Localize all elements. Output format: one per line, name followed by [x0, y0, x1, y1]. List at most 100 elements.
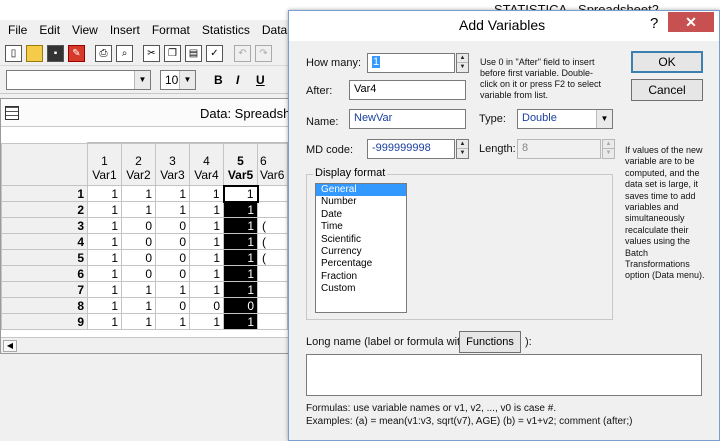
bold-button[interactable]: B — [214, 73, 223, 87]
grid-cell[interactable]: 1 — [189, 313, 224, 330]
menu-edit[interactable]: Edit — [33, 23, 66, 37]
grid-cell[interactable]: 1 — [222, 184, 259, 203]
grid-cell[interactable] — [256, 297, 289, 314]
row-header[interactable]: 9 — [1, 313, 88, 330]
spin-down-icon[interactable]: ▼ — [457, 63, 468, 72]
chevron-down-icon[interactable]: ▼ — [596, 110, 612, 128]
spin-up-icon[interactable]: ▲ — [457, 140, 468, 149]
grid-cell[interactable]: 1 — [189, 185, 224, 202]
grid-cell[interactable]: 1 — [87, 201, 122, 218]
menu-view[interactable]: View — [66, 23, 104, 37]
grid-cell[interactable]: 1 — [189, 265, 224, 282]
column-header[interactable]: 3 Var3 — [155, 143, 190, 186]
new-document-icon[interactable]: ▯ — [5, 45, 22, 62]
row-header[interactable]: 5 — [1, 249, 88, 266]
grid-cell[interactable]: 1 — [121, 281, 156, 298]
length-input[interactable]: 8 — [517, 139, 601, 159]
display-format-list[interactable]: General Number Date Time Scientific Curr… — [315, 183, 407, 313]
row-header[interactable]: 7 — [1, 281, 88, 298]
chevron-down-icon[interactable]: ▼ — [179, 71, 195, 89]
row-header[interactable]: 4 — [1, 233, 88, 250]
length-spinner[interactable]: ▲ ▼ — [602, 139, 615, 159]
grid-cell[interactable]: 0 — [121, 217, 156, 234]
column-header[interactable]: 2 Var2 — [121, 143, 156, 186]
grid-cell[interactable]: 1 — [121, 313, 156, 330]
spin-down-icon[interactable]: ▼ — [457, 149, 468, 158]
long-name-textarea[interactable] — [306, 354, 702, 396]
grid-cell[interactable] — [256, 185, 289, 202]
cancel-button[interactable]: Cancel — [631, 79, 703, 101]
menu-insert[interactable]: Insert — [104, 23, 146, 37]
grid-cell[interactable]: ( — [256, 217, 289, 234]
format-option-percentage[interactable]: Percentage — [316, 258, 406, 270]
print-icon[interactable]: ⎙ — [95, 45, 112, 62]
open-folder-icon[interactable] — [26, 45, 43, 62]
grid-cell[interactable]: 1 — [155, 185, 190, 202]
grid-cell[interactable]: ( — [256, 249, 289, 266]
grid-cell[interactable]: 1 — [189, 281, 224, 298]
pdf-icon[interactable]: ✎ — [68, 45, 85, 62]
grid-cell[interactable]: 1 — [87, 233, 122, 250]
grid-cell[interactable]: 1 — [223, 281, 258, 298]
grid-cell[interactable]: 1 — [87, 265, 122, 282]
grid-cell[interactable]: 1 — [87, 249, 122, 266]
name-input[interactable]: NewVar — [349, 109, 466, 129]
grid-cell[interactable]: ( — [256, 233, 289, 250]
redo-icon[interactable]: ↷ — [255, 45, 272, 62]
format-painter-icon[interactable]: ✓ — [206, 45, 223, 62]
grid-cell[interactable]: 0 — [155, 233, 190, 250]
grid-cell[interactable]: 1 — [223, 233, 258, 250]
chevron-down-icon[interactable]: ▼ — [134, 71, 150, 89]
grid-cell[interactable]: 1 — [189, 249, 224, 266]
grid-cell[interactable]: 1 — [121, 201, 156, 218]
horizontal-scrollbar[interactable]: ◀ — [1, 337, 299, 353]
row-header[interactable]: 6 — [1, 265, 88, 282]
copy-icon[interactable]: ❐ — [164, 45, 181, 62]
functions-button[interactable]: Functions — [459, 331, 521, 353]
spin-up-icon[interactable]: ▲ — [603, 140, 614, 149]
grid-cell[interactable]: 0 — [223, 297, 258, 314]
menu-file[interactable]: File — [0, 23, 33, 37]
cut-icon[interactable]: ✂ — [143, 45, 160, 62]
format-option-time[interactable]: Time — [316, 221, 406, 233]
grid-cell[interactable]: 0 — [189, 297, 224, 314]
grid-cell[interactable]: 1 — [223, 217, 258, 234]
help-icon[interactable]: ? — [650, 15, 658, 32]
grid-cell[interactable]: 1 — [87, 185, 122, 202]
save-icon[interactable]: ▪ — [47, 45, 64, 62]
grid-cell[interactable]: 1 — [223, 313, 258, 330]
grid-cell[interactable]: 1 — [87, 281, 122, 298]
grid-cell[interactable] — [256, 201, 289, 218]
grid-cell[interactable]: 1 — [87, 297, 122, 314]
how-many-spinner[interactable]: ▲ ▼ — [456, 53, 469, 73]
md-code-input[interactable]: -999999998 — [367, 139, 455, 159]
font-name-combo[interactable]: ▼ — [6, 70, 151, 90]
scroll-left-icon[interactable]: ◀ — [3, 340, 17, 352]
grid-cell[interactable]: 1 — [121, 297, 156, 314]
grid-cell[interactable]: 0 — [155, 297, 190, 314]
paste-icon[interactable]: ▤ — [185, 45, 202, 62]
grid-cell[interactable] — [256, 313, 289, 330]
menu-statistics[interactable]: Statistics — [196, 23, 256, 37]
column-header-selected[interactable]: 5 Var5 — [223, 143, 258, 186]
undo-icon[interactable]: ↶ — [234, 45, 251, 62]
grid-cell[interactable]: 1 — [121, 185, 156, 202]
spin-down-icon[interactable]: ▼ — [603, 149, 614, 158]
underline-button[interactable]: U — [256, 73, 265, 87]
grid-cell[interactable]: 1 — [189, 201, 224, 218]
row-header[interactable]: 1 — [1, 185, 88, 202]
close-icon[interactable]: ✕ — [668, 12, 714, 32]
grid-cell[interactable]: 1 — [155, 201, 190, 218]
type-select[interactable]: Double ▼ — [517, 109, 613, 129]
row-header[interactable]: 3 — [1, 217, 88, 234]
grid-cell[interactable]: 1 — [87, 217, 122, 234]
spin-up-icon[interactable]: ▲ — [457, 54, 468, 63]
italic-button[interactable]: I — [236, 73, 239, 87]
format-option-fraction[interactable]: Fraction — [316, 271, 406, 283]
grid-cell[interactable]: 1 — [87, 313, 122, 330]
ok-button[interactable]: OK — [631, 51, 703, 73]
grid-cell[interactable]: 1 — [189, 217, 224, 234]
column-header[interactable]: 4 Var4 — [189, 143, 224, 186]
row-header[interactable]: 2 — [1, 201, 88, 218]
grid-corner[interactable] — [1, 143, 88, 186]
